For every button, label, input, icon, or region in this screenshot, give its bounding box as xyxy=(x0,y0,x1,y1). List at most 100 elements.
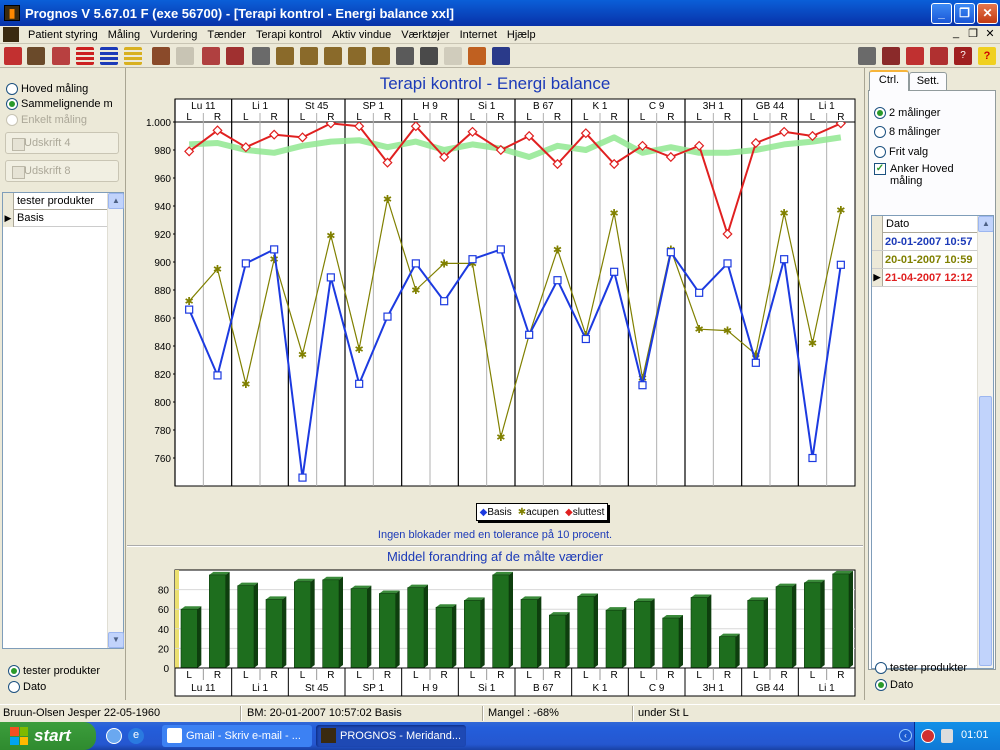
bar-side-label-l: L xyxy=(696,670,702,681)
radio-tester-produkter-right[interactable]: tester produkter xyxy=(875,662,967,674)
menu-vaerktojer[interactable]: Værktøjer xyxy=(396,29,454,41)
legend-basis: ◆Basis xyxy=(479,506,512,518)
menu-internet[interactable]: Internet xyxy=(455,29,502,41)
radio-8-malinger[interactable]: 8 målinger xyxy=(874,126,940,138)
side-label-l: L xyxy=(696,112,702,123)
list-item[interactable]: ▶ Basis xyxy=(3,209,123,227)
menu-maling[interactable]: Måling xyxy=(103,29,145,41)
help-book-icon[interactable]: ? xyxy=(954,47,972,65)
task-prognos[interactable]: PROGNOS - Meridand... xyxy=(316,725,466,747)
side-label-r: R xyxy=(327,112,334,123)
acupen-point: ✱ xyxy=(383,194,392,206)
tray-expand-icon[interactable]: ‹ xyxy=(899,729,912,742)
person-icon[interactable] xyxy=(492,47,510,65)
document-icon xyxy=(3,27,19,42)
maximize-button[interactable]: ❐ xyxy=(954,3,975,24)
group-label: 3H 1 xyxy=(703,101,725,112)
radio-frit-valg[interactable]: Frit valg xyxy=(874,146,928,158)
radio-dato[interactable]: Dato xyxy=(8,681,46,693)
eye-icon[interactable] xyxy=(468,47,486,65)
side-label-l: L xyxy=(300,112,306,123)
help-icon[interactable]: ? xyxy=(978,47,996,65)
task-gmail[interactable]: Gmail - Skriv e-mail - ... xyxy=(162,725,312,747)
scroll-up-icon[interactable]: ▲ xyxy=(108,193,124,209)
date-row[interactable]: 20-01-2007 10:57 xyxy=(872,233,993,251)
bar-side-label-r: R xyxy=(724,670,731,681)
bar-group-label: GB 44 xyxy=(756,683,785,694)
side-label-l: L xyxy=(413,112,419,123)
bar-side-label-l: L xyxy=(640,670,646,681)
basis-point xyxy=(553,276,562,285)
tool-icon-1[interactable] xyxy=(4,47,22,65)
date-list[interactable]: Dato 20-01-2007 10:57 20-01-2007 10:59 ▶… xyxy=(871,215,994,669)
bar-group-label: St 45 xyxy=(305,683,329,694)
close-button[interactable]: ✕ xyxy=(977,3,998,24)
scroll-down-icon[interactable]: ▼ xyxy=(108,632,124,648)
radio-tester-produkter[interactable]: tester produkter xyxy=(8,665,100,677)
scroll-up-icon[interactable]: ▲ xyxy=(978,216,993,232)
tab-sett[interactable]: Sett. xyxy=(909,72,947,90)
product-list[interactable]: tester produkter ▶ Basis ▲ ▼ xyxy=(2,192,124,649)
report-icon[interactable] xyxy=(906,47,924,65)
pen-z-icon[interactable] xyxy=(372,47,390,65)
side-label-r: R xyxy=(271,112,278,123)
tab-ctrl[interactable]: Ctrl. xyxy=(869,70,909,91)
status-patient: Bruun-Olsen Jesper 22-05-1960 xyxy=(3,707,161,719)
minimize-button[interactable]: _ xyxy=(931,3,952,24)
radio-dato-right[interactable]: Dato xyxy=(875,679,913,691)
ctrl-tab-panel: 2 målinger 8 målinger Frit valg ✓ Anker H… xyxy=(868,90,996,670)
list-icon[interactable] xyxy=(100,47,118,65)
pen-e-icon[interactable] xyxy=(324,47,342,65)
export-icon[interactable] xyxy=(882,47,900,65)
mdi-minimize-button[interactable]: _ xyxy=(948,27,964,39)
stats-icon[interactable] xyxy=(930,47,948,65)
grid-icon[interactable] xyxy=(52,47,70,65)
print-tool-icon[interactable] xyxy=(252,47,270,65)
menu-aktiv-vindue[interactable]: Aktiv vindue xyxy=(327,29,396,41)
table-icon[interactable] xyxy=(152,47,170,65)
mdi-restore-button[interactable]: ❐ xyxy=(965,27,981,40)
chart-icon[interactable] xyxy=(202,47,220,65)
quicklaunch-icon[interactable] xyxy=(106,728,122,744)
scroll-thumb[interactable] xyxy=(979,396,992,666)
side-label-l: L xyxy=(583,112,589,123)
radio-2-malinger[interactable]: 2 målinger xyxy=(874,107,940,119)
volume-icon[interactable] xyxy=(941,729,953,743)
internet-explorer-icon[interactable]: e xyxy=(128,728,144,744)
mdi-close-button[interactable]: ✕ xyxy=(982,27,998,40)
anker-hoved-checkbox[interactable]: ✓ Anker Hoved måling xyxy=(874,163,984,187)
bar xyxy=(407,587,425,669)
pen-v-icon[interactable] xyxy=(300,47,318,65)
pen-p-icon[interactable] xyxy=(348,47,366,65)
date-list-scrollbar[interactable]: ▲ xyxy=(977,216,993,668)
date-row[interactable]: ▶ 21-04-2007 12:12 xyxy=(872,269,993,287)
y-tick-label: 920 xyxy=(154,230,171,241)
lines-icon[interactable] xyxy=(124,47,142,65)
bars-icon[interactable] xyxy=(76,47,94,65)
menu-terapi-kontrol[interactable]: Terapi kontrol xyxy=(251,29,327,41)
pen-icon[interactable] xyxy=(276,47,294,65)
basis-point xyxy=(298,473,307,482)
list-scrollbar[interactable]: ▲ ▼ xyxy=(107,193,124,648)
menu-hjaelp[interactable]: Hjælp xyxy=(502,29,541,41)
y-tick-label: 960 xyxy=(154,174,171,185)
status-bar: Bruun-Olsen Jesper 22-05-1960 BM: 20-01-… xyxy=(0,704,1000,722)
tool-icon-2[interactable] xyxy=(27,47,45,65)
device-icon[interactable] xyxy=(420,47,438,65)
printer-icon[interactable] xyxy=(396,47,414,65)
start-button[interactable]: start xyxy=(0,722,96,750)
print-preview-icon[interactable] xyxy=(858,47,876,65)
menu-taender[interactable]: Tænder xyxy=(202,29,251,41)
radio-hoved-maling[interactable]: Hoved måling xyxy=(6,83,88,95)
date-row[interactable]: 20-01-2007 10:59 xyxy=(872,251,993,269)
side-label-l: L xyxy=(810,112,816,123)
security-alert-icon[interactable] xyxy=(921,729,935,743)
radio-sammelignende[interactable]: Sammelignende m xyxy=(6,98,113,110)
list-header: tester produkter xyxy=(3,192,123,210)
menu-patient-styring[interactable]: Patient styring xyxy=(23,29,103,41)
bar-y-tick-label: 20 xyxy=(158,644,170,655)
graph-icon[interactable] xyxy=(226,47,244,65)
menu-vurdering[interactable]: Vurdering xyxy=(145,29,202,41)
basis-point xyxy=(780,255,789,264)
side-label-l: L xyxy=(526,112,532,123)
